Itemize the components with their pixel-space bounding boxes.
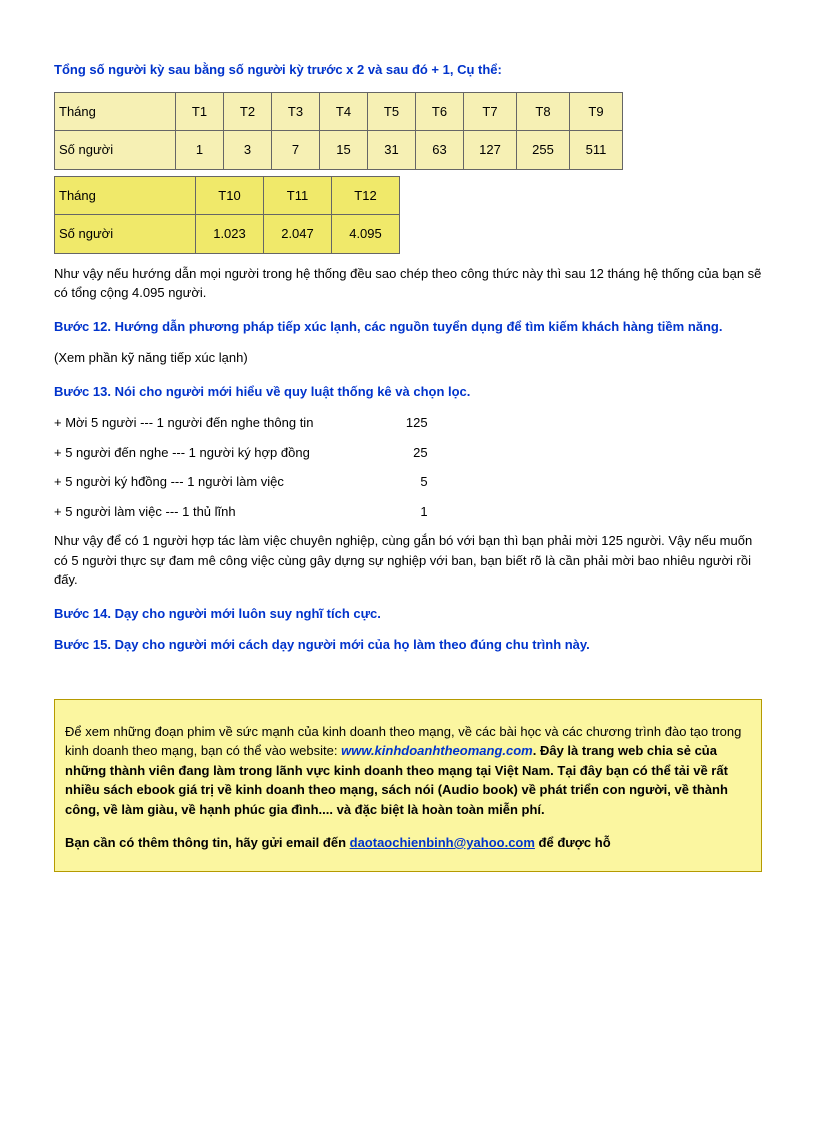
stat-row: + 5 người ký hđồng --- 1 người làm việc … xyxy=(54,472,762,492)
t1-v: 31 xyxy=(368,131,416,170)
t1-c: T8 xyxy=(517,92,570,131)
stat-right: 25 xyxy=(388,443,428,463)
t2-c: T10 xyxy=(196,176,264,215)
stat-left: + 5 người làm việc --- 1 thủ lĩnh xyxy=(54,502,384,522)
stat-left: + 5 người ký hđồng --- 1 người làm việc xyxy=(54,472,384,492)
stat-right: 1 xyxy=(388,502,428,522)
website-link[interactable]: www.kinhdoanhtheomang.com xyxy=(341,743,533,758)
t1-v: 7 xyxy=(272,131,320,170)
stat-right: 5 xyxy=(388,472,428,492)
step-14-heading: Bước 14. Dạy cho người mới luôn suy nghĩ… xyxy=(54,604,762,624)
step-13-heading: Bước 13. Nói cho người mới hiểu về quy l… xyxy=(54,382,762,402)
email-link[interactable]: daotaochienbinh@yahoo.com xyxy=(350,835,535,850)
stat-left: + 5 người đến nghe --- 1 người ký hợp đồ… xyxy=(54,443,384,463)
t2-v: 1.023 xyxy=(196,215,264,254)
t2-c: T12 xyxy=(332,176,400,215)
t1-v: 3 xyxy=(224,131,272,170)
t1-c: T1 xyxy=(176,92,224,131)
info-paragraph-2: Bạn cần có thêm thông tin, hãy gửi email… xyxy=(65,833,751,853)
t2-v: 2.047 xyxy=(264,215,332,254)
t2-r2-label: Số người xyxy=(55,215,196,254)
t1-c: T3 xyxy=(272,92,320,131)
t1-c: T6 xyxy=(416,92,464,131)
t1-r1-label: Tháng xyxy=(55,92,176,131)
t1-c: T9 xyxy=(570,92,623,131)
info-text: để được hỗ xyxy=(535,835,611,850)
t1-v: 511 xyxy=(570,131,623,170)
paragraph-summary-1: Như vậy nếu hướng dẫn mọi người trong hệ… xyxy=(54,264,762,303)
t1-r2-label: Số người xyxy=(55,131,176,170)
t1-v: 15 xyxy=(320,131,368,170)
title: Tổng số người kỳ sau bằng số người kỳ tr… xyxy=(54,60,762,80)
stat-row: + Mời 5 người --- 1 người đến nghe thông… xyxy=(54,413,762,433)
paragraph-summary-2: Như vậy để có 1 người hợp tác làm việc c… xyxy=(54,531,762,590)
table-months-2: Tháng T10 T11 T12 Số người 1.023 2.047 4… xyxy=(54,176,400,254)
info-paragraph-1: Để xem những đoạn phim về sức mạnh của k… xyxy=(65,722,751,820)
t2-r1-label: Tháng xyxy=(55,176,196,215)
step-12-note: (Xem phần kỹ năng tiếp xúc lạnh) xyxy=(54,348,762,368)
step-12-heading: Bước 12. Hướng dẫn phương pháp tiếp xúc … xyxy=(54,317,762,337)
stat-row: + 5 người đến nghe --- 1 người ký hợp đồ… xyxy=(54,443,762,463)
info-text: Bạn cần có thêm thông tin, hãy gửi email… xyxy=(65,835,350,850)
t1-c: T5 xyxy=(368,92,416,131)
stat-left: + Mời 5 người --- 1 người đến nghe thông… xyxy=(54,413,384,433)
t1-c: T4 xyxy=(320,92,368,131)
t1-c: T7 xyxy=(464,92,517,131)
t1-v: 255 xyxy=(517,131,570,170)
t1-v: 63 xyxy=(416,131,464,170)
t1-v: 1 xyxy=(176,131,224,170)
t2-c: T11 xyxy=(264,176,332,215)
info-box: Để xem những đoạn phim về sức mạnh của k… xyxy=(54,699,762,872)
step-15-heading: Bước 15. Dạy cho người mới cách dạy ngườ… xyxy=(54,635,762,655)
t2-v: 4.095 xyxy=(332,215,400,254)
stat-row: + 5 người làm việc --- 1 thủ lĩnh 1 xyxy=(54,502,762,522)
t1-c: T2 xyxy=(224,92,272,131)
stat-right: 125 xyxy=(388,413,428,433)
t1-v: 127 xyxy=(464,131,517,170)
table-months-1: Tháng T1 T2 T3 T4 T5 T6 T7 T8 T9 Số ngườ… xyxy=(54,92,623,170)
